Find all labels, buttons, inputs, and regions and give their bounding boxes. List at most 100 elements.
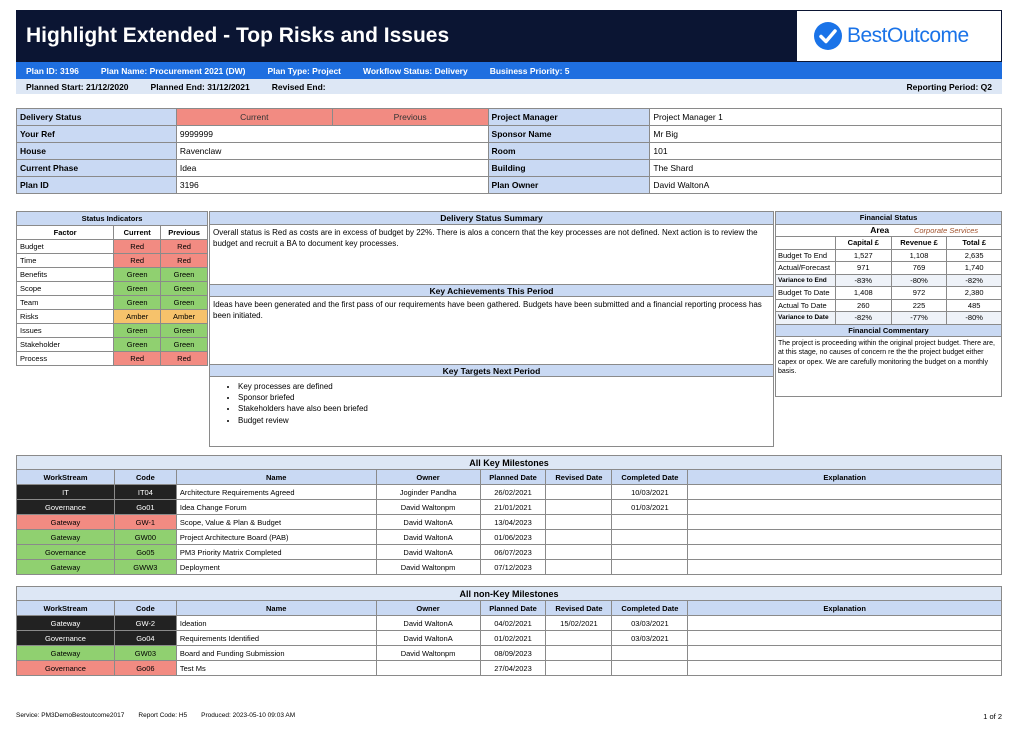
- column-header: Explanation: [687, 600, 1002, 616]
- business-priority: Business Priority: 5: [489, 65, 570, 76]
- column-header: WorkStream: [16, 600, 115, 616]
- table-row: Team Green Green: [15, 295, 208, 310]
- table-row: Process Red Red: [15, 351, 208, 366]
- completed-date-cell: 03/03/2021: [611, 615, 689, 631]
- column-header: Name: [175, 600, 377, 616]
- owner-cell: David Waltonpm: [375, 499, 481, 515]
- status-current-badge: Green: [113, 267, 162, 282]
- planned-date-cell: 04/02/2021: [479, 615, 547, 631]
- revised-date-cell: [545, 514, 613, 530]
- house-value: Ravenclaw: [175, 142, 489, 160]
- financial-table: Financial Status Area Corporate Services…: [775, 211, 1003, 397]
- status-previous-badge: Red: [160, 351, 208, 366]
- table-row: Actual To Date 260 225 485: [775, 298, 1002, 312]
- report-header: Highlight Extended - Top Risks and Issue…: [16, 10, 1002, 62]
- factor-cell: Risks: [15, 309, 115, 324]
- reporting-period: Reporting Period: Q2: [906, 81, 992, 92]
- name-cell: Deployment: [175, 559, 377, 575]
- planned-date-cell: 26/02/2021: [479, 484, 547, 500]
- owner-cell: [375, 660, 481, 676]
- status-previous-badge: Green: [160, 267, 208, 282]
- factor-cell: Stakeholder: [15, 337, 115, 352]
- workstream-cell: Gateway: [16, 529, 115, 545]
- page-number: 1 of 2: [983, 712, 1002, 721]
- nonkey-milestones-title: All non-Key Milestones: [16, 586, 1002, 601]
- revised-date-cell: [545, 630, 613, 646]
- project-manager-value: Project Manager 1: [649, 108, 1002, 126]
- plan-id: Plan ID: 3196: [26, 65, 79, 76]
- list-item: Budget review: [238, 415, 773, 426]
- code-cell: GW03: [113, 645, 177, 661]
- current-phase-label: Current Phase: [16, 159, 177, 177]
- table-row: Issues Green Green: [15, 323, 208, 338]
- status-previous-badge: Green: [160, 295, 208, 310]
- previous-header: Previous: [160, 225, 208, 240]
- revised-date-cell: [545, 645, 613, 661]
- code-cell: GW00: [113, 529, 177, 545]
- financial-capital-cell: 971: [834, 261, 892, 275]
- report-title: Highlight Extended - Top Risks and Issue…: [26, 24, 450, 47]
- code-cell: GW-1: [113, 514, 177, 530]
- explanation-cell: [687, 645, 1002, 661]
- name-cell: Board and Funding Submission: [175, 645, 377, 661]
- table-row: Budget To End 1,527 1,108 2,635: [775, 248, 1002, 262]
- column-header: Code: [113, 469, 177, 485]
- table-row: Gateway GW03 Board and Funding Submission D…: [16, 645, 1002, 661]
- status-previous-badge: Red: [160, 253, 208, 268]
- commentary-text: The project is proceeding within the ori…: [775, 336, 1002, 397]
- your-ref-value: 9999999: [175, 125, 489, 143]
- completed-date-cell: [611, 559, 689, 575]
- workstream-cell: Governance: [16, 499, 115, 515]
- financial-capital-cell: -82%: [834, 311, 892, 325]
- status-current-badge: Green: [113, 337, 162, 352]
- table-row: Variance to End -83% -80% -82%: [775, 273, 1002, 287]
- explanation-cell: [687, 499, 1002, 515]
- owner-cell: David WaltonA: [375, 630, 481, 646]
- explanation-cell: [687, 514, 1002, 530]
- financial-total-cell: -82%: [946, 273, 1002, 287]
- column-header: Revised Date: [545, 600, 613, 616]
- achievements-text: Ideas have been generated and the first …: [213, 300, 762, 321]
- financial-row-label: Variance to End: [775, 273, 836, 287]
- table-row: Gateway GWW3 Deployment David Waltonpm 07/12…: [16, 559, 1002, 575]
- footer-report-code: Report Code: H5: [138, 712, 188, 719]
- targets-list: Key processes are defined Sponsor briefe…: [210, 377, 773, 426]
- table-row: Gateway GW-1 Scope, Value & Plan & Budget D…: [16, 514, 1002, 530]
- code-cell: Go01: [113, 499, 177, 515]
- name-cell: Test Ms: [175, 660, 377, 676]
- column-header: Completed Date: [611, 600, 689, 616]
- targets-title: Key Targets Next Period: [210, 364, 773, 377]
- financial-capital-cell: 1,408: [834, 286, 892, 300]
- code-cell: GWW3: [113, 559, 177, 575]
- building-label: Building: [487, 159, 651, 177]
- revised-date-cell: [545, 544, 613, 560]
- revised-date-cell: [545, 499, 613, 515]
- explanation-cell: [687, 484, 1002, 500]
- financial-total-cell: 1,740: [946, 261, 1002, 275]
- building-value: The Shard: [649, 159, 1002, 177]
- financial-revenue-cell: -80%: [890, 273, 948, 287]
- completed-date-cell: [611, 660, 689, 676]
- explanation-cell: [687, 559, 1002, 575]
- planned-date-cell: 13/04/2023: [479, 514, 547, 530]
- owner-cell: David WaltonA: [375, 514, 481, 530]
- financial-capital-cell: 1,527: [834, 248, 892, 262]
- financial-total-cell: 485: [946, 298, 1002, 312]
- factor-cell: Benefits: [15, 267, 115, 282]
- list-item: Sponsor briefed: [238, 392, 773, 403]
- column-header: WorkStream: [16, 469, 115, 485]
- room-value: 101: [649, 142, 1002, 160]
- name-cell: Idea Change Forum: [175, 499, 377, 515]
- explanation-cell: [687, 529, 1002, 545]
- logo: BestOutcome: [796, 10, 1002, 62]
- financial-row-label: Budget To Date: [775, 286, 836, 300]
- table-row: Scope Green Green: [15, 281, 208, 296]
- check-circle-icon: [814, 22, 842, 50]
- column-header: Planned Date: [479, 600, 547, 616]
- workstream-cell: Gateway: [16, 514, 115, 530]
- planned-date-cell: 27/04/2023: [479, 660, 547, 676]
- workstream-cell: Gateway: [16, 559, 115, 575]
- code-cell: Go06: [113, 660, 177, 676]
- revised-date-cell: [545, 660, 613, 676]
- table-row: Actual/Forecast 971 769 1,740: [775, 261, 1002, 275]
